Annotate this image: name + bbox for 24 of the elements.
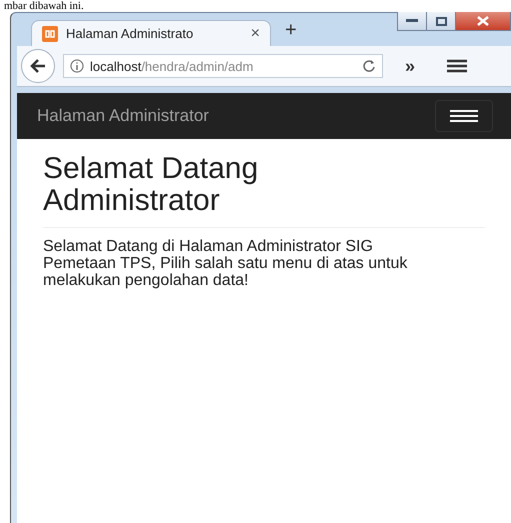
reload-icon[interactable] <box>362 59 376 73</box>
close-button[interactable] <box>455 12 511 31</box>
close-icon <box>477 16 489 26</box>
overflow-button[interactable]: » <box>405 56 416 76</box>
caption-text: mbar dibawah ini. <box>3 0 85 12</box>
menu-icon[interactable] <box>447 59 468 73</box>
tab-title: Halaman Administrato <box>66 26 194 41</box>
menu-icon <box>450 110 478 122</box>
maximize-button[interactable] <box>426 12 455 31</box>
page-heading: Selamat Datang Administrator <box>43 153 260 217</box>
navbar-toggle-button[interactable] <box>435 100 493 132</box>
address-field[interactable]: localhost/hendra/admin/adm <box>63 54 383 78</box>
info-icon <box>70 59 84 73</box>
back-button[interactable] <box>21 49 55 83</box>
new-tab-button[interactable]: + <box>285 19 297 42</box>
back-arrow-icon <box>30 59 46 73</box>
maximize-icon <box>436 16 446 26</box>
welcome-text: Selamat Datang di Halaman Administrator SIG Pemetaan TPS, Pilih salah satu menu di atas untuk melakukan pengolahan data! <box>43 238 408 289</box>
minimize-button[interactable] <box>397 12 426 31</box>
tab-close-button[interactable]: × <box>250 24 260 42</box>
browser-tab[interactable]: Halaman Administrato × <box>31 20 271 46</box>
minimize-icon <box>406 19 418 23</box>
app-logo-icon <box>42 26 58 42</box>
navbar-brand[interactable]: Halaman Administrator <box>37 106 209 126</box>
